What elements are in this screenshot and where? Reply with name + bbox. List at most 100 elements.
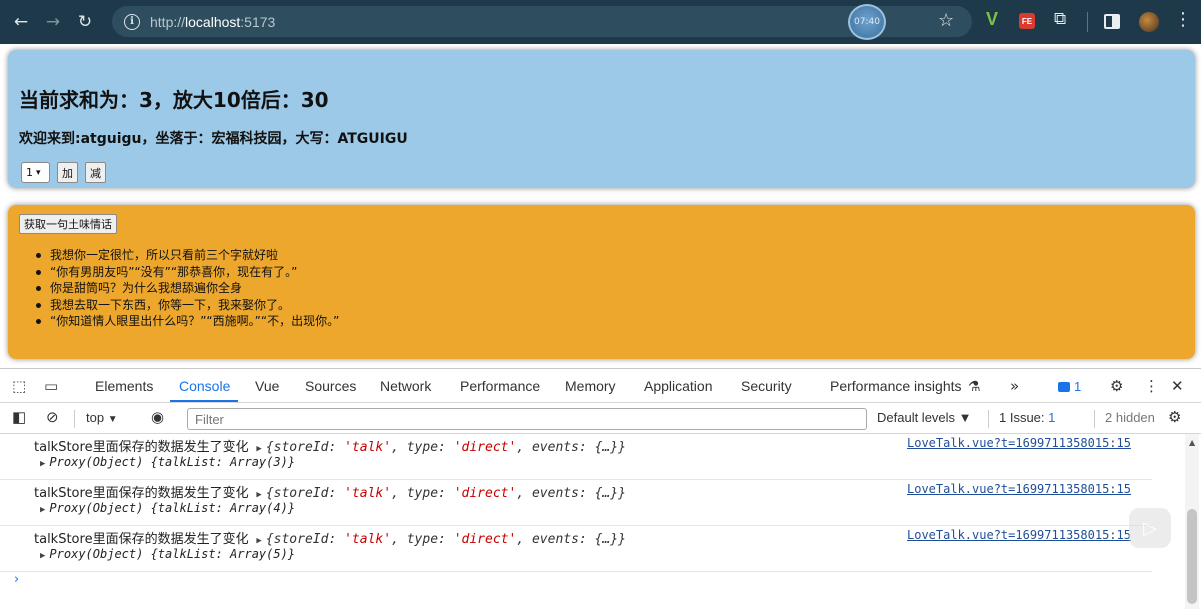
get-talk-button[interactable]: 获取一句土味情话	[19, 214, 117, 234]
filter-placeholder: Filter	[195, 411, 224, 427]
source-link[interactable]: LoveTalk.vue?t=1699711358015:15	[907, 528, 1131, 542]
list-item: 我想去取一下东西，你等一下，我来娶你了。	[36, 297, 339, 314]
devtools-menu-icon[interactable]: ⋮	[1144, 377, 1159, 395]
minus-button[interactable]: 减	[85, 162, 106, 183]
expand-triangle-icon[interactable]: ▶	[256, 536, 261, 546]
log-proxy[interactable]: ▶ Proxy(Object) {talkList: Array(5)}	[40, 547, 295, 561]
store-id: 'talk'	[344, 486, 392, 501]
tab-performance-insights[interactable]: Performance insights	[830, 378, 962, 394]
extensions-puzzle-icon[interactable]: ⧉	[1054, 9, 1066, 29]
play-overlay-icon: ▷	[1129, 508, 1171, 548]
expand-triangle-icon[interactable]: ▶	[256, 444, 261, 454]
console-scrollbar-thumb[interactable]	[1187, 509, 1197, 604]
site-info-icon[interactable]: i	[124, 13, 140, 30]
expand-triangle-icon[interactable]: ▶	[40, 459, 45, 469]
tab-console[interactable]: Console	[179, 378, 230, 394]
store-id: 'talk'	[344, 440, 392, 455]
list-item: “你知道情人眼里出什么吗？”“西施啊。”“不，出现你。”	[36, 313, 339, 330]
url-scheme: http://	[150, 13, 186, 30]
obj-suffix: , events: {…}}	[516, 440, 626, 455]
log-object[interactable]: {storeId: 'talk', type: 'direct', events…	[266, 440, 626, 455]
page-content: 当前求和为：3，放大10倍后：30 欢迎来到:atguigu，坐落于：宏福科技园…	[0, 44, 1201, 368]
log-object[interactable]: {storeId: 'talk', type: 'direct', events…	[266, 532, 626, 547]
log-message: talkStore里面保存的数据发生了变化 ▶ {storeId: 'talk',…	[34, 528, 626, 547]
profile-avatar[interactable]	[1139, 12, 1159, 32]
log-entry: talkStore里面保存的数据发生了变化 ▶ {storeId: 'talk',…	[0, 480, 1152, 526]
console-settings-gear-icon[interactable]: ⚙	[1168, 408, 1181, 426]
scroll-up-icon[interactable]: ▲	[1189, 438, 1195, 447]
step-select-value: 1	[26, 166, 33, 179]
bookmark-star-icon[interactable]: ☆	[938, 10, 954, 31]
proxy-text: Proxy(Object) {talkList: Array(4)}	[49, 501, 296, 515]
obj-prefix: {storeId:	[265, 486, 345, 501]
url-host: localhost	[185, 13, 241, 30]
device-toolbar-icon[interactable]: ▭	[44, 377, 58, 395]
expand-triangle-icon[interactable]: ▶	[40, 505, 45, 515]
tab-vue[interactable]: Vue	[255, 378, 279, 394]
issues-badge[interactable]: 1	[1058, 379, 1081, 394]
log-proxy[interactable]: ▶ Proxy(Object) {talkList: Array(3)}	[40, 455, 295, 469]
back-arrow-icon[interactable]: ←	[8, 9, 34, 35]
expand-triangle-icon[interactable]: ▶	[256, 490, 261, 500]
issues-count[interactable]: 1 Issue: 1	[999, 410, 1055, 425]
log-proxy[interactable]: ▶ Proxy(Object) {talkList: Array(4)}	[40, 501, 295, 515]
inspect-element-icon[interactable]: ⬚	[12, 377, 26, 395]
filter-input[interactable]: Filter	[187, 408, 867, 430]
close-icon[interactable]: ✕	[1171, 377, 1184, 395]
log-entry: talkStore里面保存的数据发生了变化 ▶ {storeId: 'talk',…	[0, 434, 1152, 480]
source-link[interactable]: LoveTalk.vue?t=1699711358015:15	[907, 436, 1131, 450]
log-entry: talkStore里面保存的数据发生了变化 ▶ {storeId: 'talk',…	[0, 526, 1152, 572]
hidden-count: 2 hidden	[1105, 410, 1155, 425]
talk-panel: 获取一句土味情话 我想你一定很忙，所以只看前三个字就好啦 “你有男朋友吗”“没有…	[8, 205, 1195, 359]
school-heading: 欢迎来到:atguigu，坐落于：宏福科技园，大写：ATGUIGU	[19, 131, 408, 147]
sidebar-toggle-icon[interactable]: ◧	[12, 408, 26, 426]
tab-network[interactable]: Network	[380, 378, 431, 394]
clock-badge[interactable]: 07:40	[848, 4, 886, 40]
chevron-down-icon: ▼	[107, 414, 118, 425]
tab-security[interactable]: Security	[741, 378, 792, 394]
log-message: talkStore里面保存的数据发生了变化 ▶ {storeId: 'talk',…	[34, 436, 626, 455]
source-link[interactable]: LoveTalk.vue?t=1699711358015:15	[907, 482, 1131, 496]
console-prompt[interactable]: ›	[14, 572, 19, 587]
log-object[interactable]: {storeId: 'talk', type: 'direct', events…	[266, 486, 626, 501]
step-select[interactable]: 1 ▾	[21, 162, 50, 183]
forward-arrow-icon[interactable]: →	[40, 9, 66, 35]
list-item: “你有男朋友吗”“没有”“那恭喜你，现在有了。”	[36, 264, 339, 281]
sum-heading: 当前求和为：3，放大10倍后：30	[19, 88, 329, 112]
console-filterbar: ◧ ⊘ top ▼ ◉ Filter Default levels ▼ 1 Is…	[0, 404, 1201, 434]
active-tab-indicator	[170, 400, 238, 402]
log-text: talkStore里面保存的数据发生了变化	[34, 532, 249, 547]
tab-performance[interactable]: Performance	[460, 378, 540, 394]
clear-console-icon[interactable]: ⊘	[46, 408, 59, 426]
expand-triangle-icon[interactable]: ▶	[40, 551, 45, 561]
filterbar-divider	[1094, 410, 1095, 428]
type-key: , type:	[391, 486, 454, 501]
tab-elements[interactable]: Elements	[95, 378, 153, 394]
browser-menu-icon[interactable]: ⋮	[1174, 9, 1192, 30]
eye-icon[interactable]: ◉	[151, 408, 164, 426]
obj-prefix: {storeId:	[265, 440, 345, 455]
count-controls: 1 ▾ 加 减	[21, 162, 106, 183]
tab-sources[interactable]: Sources	[305, 378, 356, 394]
log-text: talkStore里面保存的数据发生了变化	[34, 486, 249, 501]
more-tabs-icon[interactable]: »	[1010, 377, 1019, 395]
tab-memory[interactable]: Memory	[565, 378, 616, 394]
vue-extension-icon[interactable]: V	[986, 9, 998, 30]
flask-icon: ⚗	[968, 378, 981, 394]
address-bar[interactable]: i http://localhost:5173	[112, 6, 972, 37]
context-select[interactable]: top ▼	[86, 410, 118, 425]
filterbar-divider	[988, 410, 989, 428]
log-levels-select[interactable]: Default levels ▼	[877, 410, 972, 425]
reload-icon[interactable]: ↻	[72, 9, 98, 35]
list-item: 我想你一定很忙，所以只看前三个字就好啦	[36, 247, 339, 264]
log-text: talkStore里面保存的数据发生了变化	[34, 440, 249, 455]
settings-gear-icon[interactable]: ⚙	[1110, 377, 1123, 395]
url-text[interactable]: http://localhost:5173	[150, 14, 275, 30]
tab-application[interactable]: Application	[644, 378, 713, 394]
talk-list: 我想你一定很忙，所以只看前三个字就好啦 “你有男朋友吗”“没有”“那恭喜你，现在…	[36, 247, 339, 330]
fe-extension-icon[interactable]: FE	[1019, 13, 1035, 29]
side-panel-icon[interactable]	[1104, 14, 1120, 29]
add-button[interactable]: 加	[57, 162, 78, 183]
obj-prefix: {storeId:	[265, 532, 345, 547]
count-panel: 当前求和为：3，放大10倍后：30 欢迎来到:atguigu，坐落于：宏福科技园…	[8, 50, 1195, 188]
